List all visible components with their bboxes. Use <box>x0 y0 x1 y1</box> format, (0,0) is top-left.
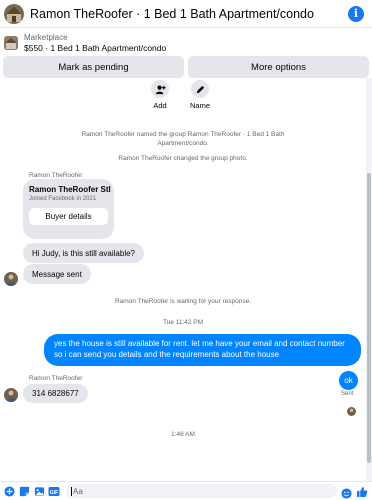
timestamp: 1:48 AM <box>171 431 195 438</box>
add-person-icon[interactable] <box>151 80 169 98</box>
message-input[interactable]: Aa <box>66 484 337 498</box>
text-cursor <box>71 486 72 496</box>
sender-name: Ramon TheRoofer <box>29 375 83 382</box>
profile-card: Ramon TheRoofer Stl Joined Facebook in 2… <box>23 179 114 239</box>
listing-actions: Mark as pending More options <box>0 56 372 78</box>
sticker-icon[interactable] <box>18 485 30 497</box>
gif-icon[interactable]: GIF <box>48 485 60 497</box>
incoming-message[interactable]: 314 6828677 <box>23 384 88 403</box>
marketplace-listing[interactable]: Marketplace $550 · 1 Bed 1 Bath Apartmen… <box>0 30 372 56</box>
thumbs-up-icon[interactable] <box>356 485 368 497</box>
info-icon[interactable]: i <box>348 5 364 22</box>
chat-header: Ramon TheRoofer · 1 Bed 1 Bath Apartment… <box>0 0 372 28</box>
thread-scrollbar[interactable] <box>366 78 372 481</box>
sender-avatar[interactable] <box>4 388 18 402</box>
name-label: Name <box>189 101 210 110</box>
outgoing-message[interactable]: yes the house is still available for ren… <box>44 334 361 366</box>
plus-icon[interactable] <box>3 485 15 497</box>
group-avatar[interactable] <box>4 3 24 24</box>
outgoing-message[interactable]: ok <box>339 371 358 390</box>
profile-card-subtitle: Joined Facebook in 2021 <box>29 196 97 202</box>
buyer-details-button[interactable]: Buyer details <box>29 208 108 225</box>
message-thread[interactable]: Add Name Ramon TheRoofer named the group… <box>0 78 372 481</box>
scrollbar-thumb[interactable] <box>367 173 371 463</box>
system-message-waiting: Ramon TheRoofer is waiting for your resp… <box>114 298 252 305</box>
read-receipt-avatar <box>347 407 356 416</box>
incoming-message[interactable]: Message sent <box>23 264 91 284</box>
listing-source: Marketplace <box>24 33 68 42</box>
incoming-message[interactable]: Hi Judy, is this still available? <box>23 243 145 263</box>
mark-pending-button[interactable]: Mark as pending <box>3 56 184 78</box>
gallery-icon[interactable] <box>33 485 45 497</box>
add-people-action[interactable]: Add <box>140 80 180 110</box>
more-options-button[interactable]: More options <box>188 56 369 78</box>
system-message-named: Ramon TheRoofer named the group Ramon Th… <box>81 131 285 147</box>
listing-title[interactable]: $550 · 1 Bed 1 Bath Apartment/condo <box>24 43 166 54</box>
conversation-title[interactable]: Ramon TheRoofer · 1 Bed 1 Bath Apartment… <box>30 7 348 21</box>
profile-card-name: Ramon TheRoofer Stl <box>29 185 111 194</box>
sender-avatar[interactable] <box>4 272 18 286</box>
sender-name: Ramon TheRoofer <box>29 172 83 179</box>
gif-label: GIF <box>50 489 58 495</box>
listing-thumbnail <box>4 36 18 50</box>
emoji-icon[interactable] <box>341 486 352 499</box>
pencil-icon[interactable] <box>191 80 209 98</box>
add-label: Add <box>153 101 167 110</box>
system-message-photo: Ramon TheRoofer changed the group photo. <box>118 155 248 162</box>
message-composer: GIF Aa <box>0 481 372 500</box>
rename-group-action[interactable]: Name <box>180 80 220 110</box>
timestamp: Tue 11:42 PM <box>162 319 204 326</box>
message-input-placeholder: Aa <box>73 486 83 496</box>
sent-status: Sent <box>341 391 354 397</box>
